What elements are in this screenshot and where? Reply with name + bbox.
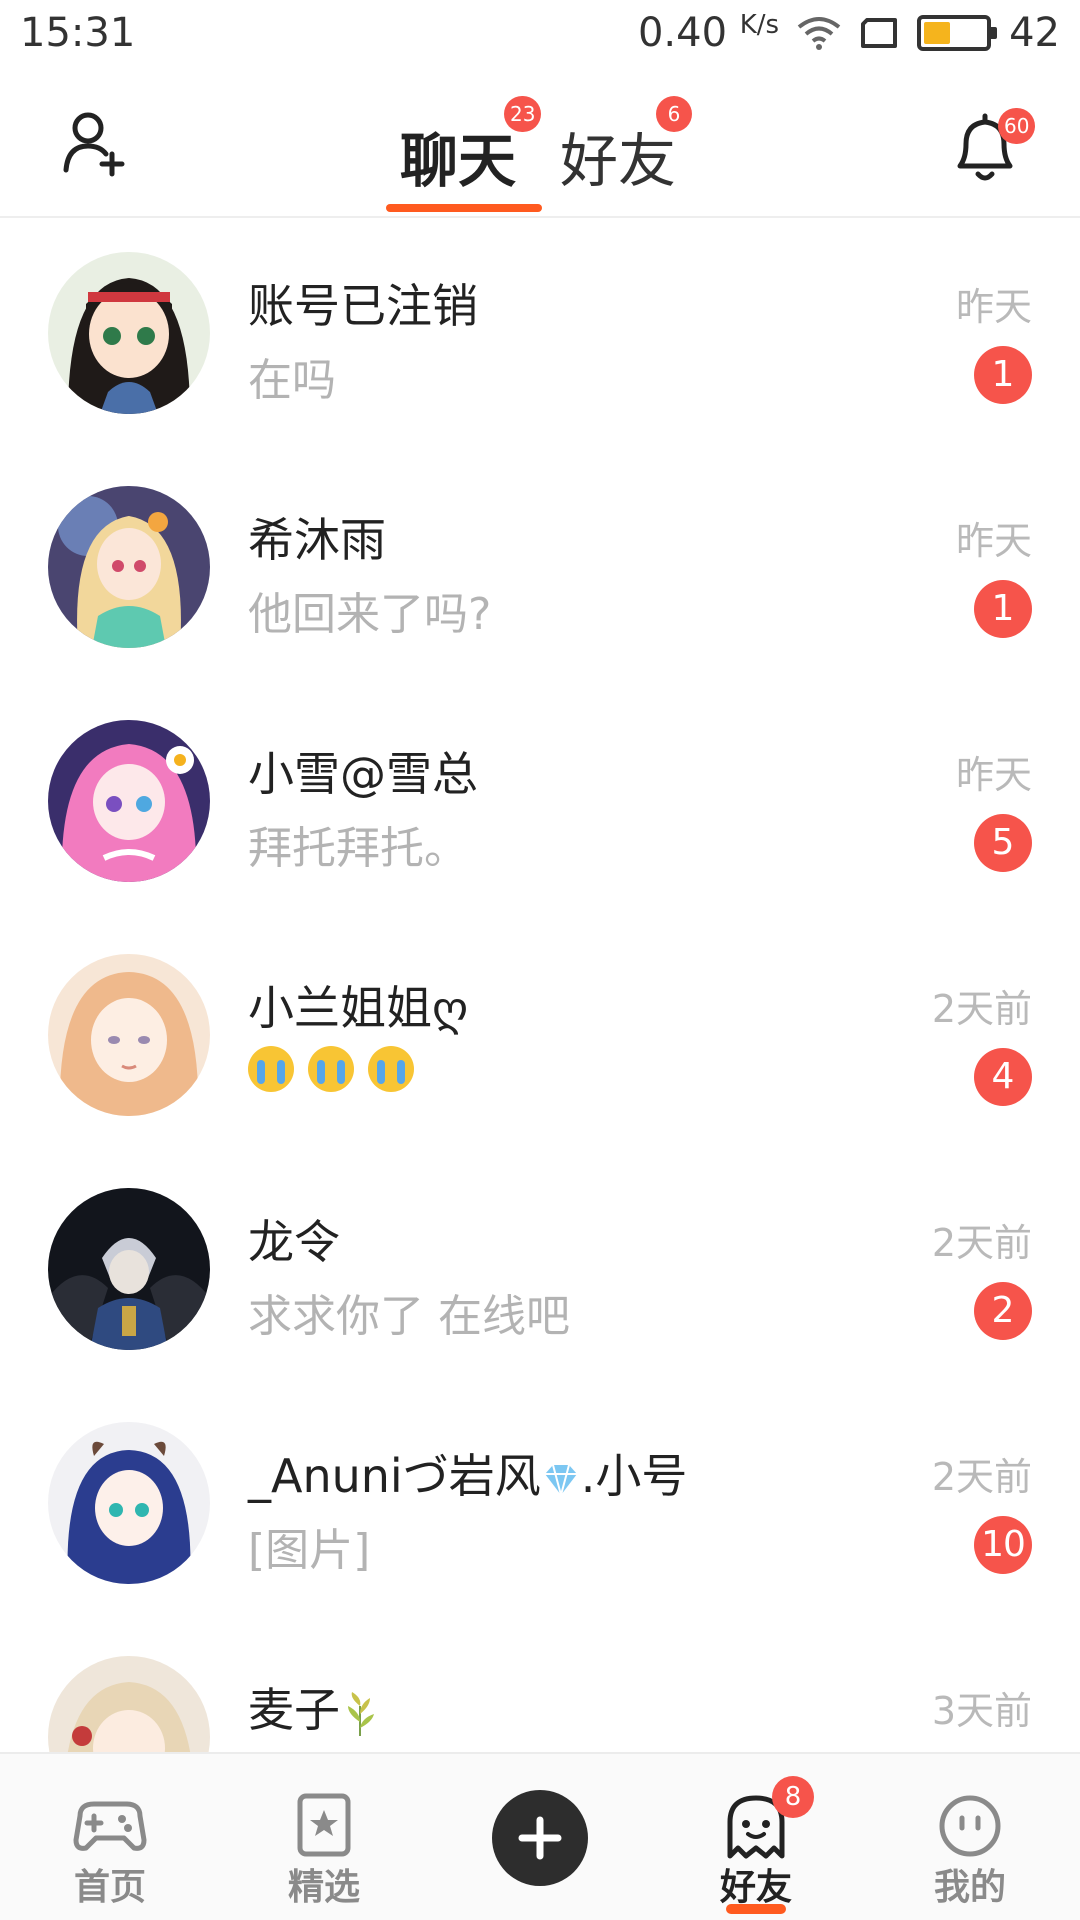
- screen-rotate-icon: [861, 18, 898, 48]
- wifi-icon: [797, 17, 841, 50]
- chat-friend-tabs: 聊天 23 好友 6: [386, 96, 700, 216]
- chat-time: 昨天: [955, 285, 1032, 329]
- battery-percent: 42: [1009, 10, 1060, 56]
- nav-featured-label: 精选: [287, 1867, 360, 1908]
- avatar-image: [48, 1188, 210, 1350]
- nav-featured[interactable]: 精选: [244, 1754, 404, 1920]
- status-right: 0.40 K/s 42: [638, 10, 1060, 56]
- chat-name-prefix: _Anuniづ岩风: [248, 1449, 541, 1503]
- chat-name: 小兰姐姐ღ: [248, 981, 469, 1035]
- chat-time: 3天前: [931, 1689, 1032, 1733]
- chat-row[interactable]: 小雪@雪总 拜托拜托。 昨天 5: [0, 686, 1080, 920]
- unread-badge: 2: [974, 1282, 1032, 1340]
- nav-friends-badge: 8: [772, 1776, 814, 1818]
- battery-icon: [917, 15, 998, 51]
- add-friend-icon[interactable]: [60, 108, 130, 178]
- avatar[interactable]: [48, 720, 210, 882]
- bottom-nav: 首页 精选 8 好友 我的: [0, 1752, 1080, 1920]
- avatar[interactable]: [48, 1656, 210, 1752]
- chat-row[interactable]: 龙令 求求你了 在线吧 2天前 2: [0, 1154, 1080, 1388]
- chat-row[interactable]: _Anuniづ岩风 .小号 [图片] 2天前 10: [0, 1388, 1080, 1622]
- notification-badge: 60: [998, 108, 1036, 144]
- network-speed-value: 0.40: [637, 10, 728, 56]
- status-time: 15:31: [20, 10, 136, 56]
- chat-row[interactable]: 小兰姐姐ღ 2天前 4: [0, 920, 1080, 1154]
- chat-time: 2天前: [931, 1221, 1032, 1265]
- nav-friends[interactable]: 8 好友: [676, 1754, 836, 1920]
- chat-row[interactable]: 麦子 3天前: [0, 1622, 1080, 1752]
- crying-emoji-icon: [308, 1046, 354, 1092]
- avatar-image: [48, 1656, 210, 1752]
- avatar-image: [48, 486, 210, 648]
- avatar-image: [48, 720, 210, 882]
- unread-badge: 1: [974, 346, 1032, 404]
- chat-name: 账号已注销: [248, 279, 478, 333]
- nav-mine-label: 我的: [933, 1867, 1006, 1908]
- crying-emoji-icon: [248, 1046, 294, 1092]
- nav-home[interactable]: 首页: [30, 1754, 190, 1920]
- chat-preview: 拜托拜托。: [248, 823, 468, 874]
- avatar-image: [48, 252, 210, 414]
- crying-emoji-icon: [368, 1046, 414, 1092]
- avatar[interactable]: [48, 252, 210, 414]
- chat-preview: 求求你了 在线吧: [248, 1291, 570, 1342]
- wheat-icon: [348, 1691, 374, 1736]
- unread-badge: 4: [974, 1048, 1032, 1106]
- tab-friends-badge: 6: [656, 96, 692, 132]
- nav-active-indicator: [726, 1904, 786, 1914]
- chat-preview: 他回来了吗?: [248, 589, 492, 640]
- tab-chat[interactable]: 聊天: [400, 114, 516, 198]
- nav-friends-label: 好友: [719, 1867, 792, 1908]
- chat-time: 2天前: [931, 987, 1032, 1031]
- nav-add[interactable]: [460, 1754, 620, 1920]
- chat-preview: 在吗: [248, 355, 336, 406]
- gamepad-icon: [73, 1801, 147, 1851]
- avatar[interactable]: [48, 954, 210, 1116]
- avatar[interactable]: [48, 1188, 210, 1350]
- chat-name-text: 麦子: [248, 1683, 340, 1737]
- active-tab-indicator: [386, 204, 542, 212]
- avatar-image: [48, 954, 210, 1116]
- tab-chat-badge: 23: [504, 96, 542, 132]
- chat-name: _Anuniづ岩风 .小号: [248, 1440, 687, 1506]
- chat-time: 2天前: [931, 1455, 1032, 1499]
- chat-name: 龙令: [248, 1215, 340, 1269]
- network-speed-unit: K/s: [739, 10, 780, 40]
- chat-name-suffix: .小号: [580, 1449, 688, 1503]
- nav-mine[interactable]: 我的: [890, 1754, 1050, 1920]
- avatar-image: [48, 1422, 210, 1584]
- chat-time: 昨天: [955, 753, 1032, 797]
- chat-preview-emojis: [248, 1046, 414, 1092]
- star-bookmark-icon: [297, 1793, 351, 1857]
- chat-name: 小雪@雪总: [248, 747, 478, 801]
- chat-time: 昨天: [955, 519, 1032, 563]
- chat-row[interactable]: 希沐雨 他回来了吗? 昨天 1: [0, 452, 1080, 686]
- avatar[interactable]: [48, 486, 210, 648]
- nav-home-label: 首页: [73, 1867, 146, 1908]
- add-button[interactable]: [492, 1790, 588, 1886]
- status-bar: 15:31 0.40 K/s 42: [0, 0, 1080, 66]
- unread-badge: 10: [974, 1516, 1032, 1574]
- battery-fill: [924, 22, 951, 44]
- tab-friends[interactable]: 好友: [560, 114, 676, 198]
- avatar[interactable]: [48, 1422, 210, 1584]
- plus-icon: [518, 1816, 562, 1860]
- chat-name: 希沐雨: [248, 513, 386, 567]
- network-speed: 0.40 K/s: [638, 10, 779, 56]
- diamond-icon: [544, 1464, 577, 1498]
- unread-badge: 5: [974, 814, 1032, 872]
- face-icon: [939, 1795, 1001, 1857]
- chat-list: 账号已注销 在吗 昨天 1 希沐雨 他回来了吗? 昨天 1 小雪@雪总 拜托拜托…: [0, 218, 1080, 1752]
- chat-name: 麦子: [248, 1674, 380, 1740]
- unread-badge: 1: [974, 580, 1032, 638]
- chat-row[interactable]: 账号已注销 在吗 昨天 1: [0, 218, 1080, 452]
- chat-preview: [图片]: [248, 1525, 371, 1576]
- top-header: 聊天 23 好友 6 60: [0, 66, 1080, 218]
